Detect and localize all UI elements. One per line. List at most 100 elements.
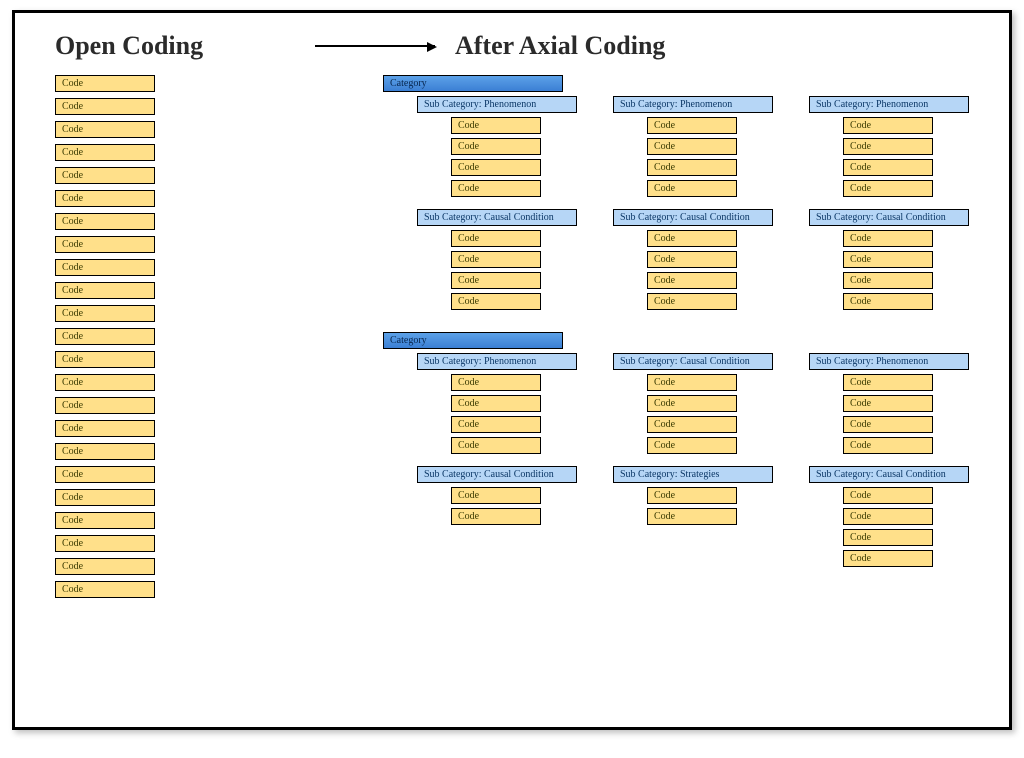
subcategory-label: Sub Category: Causal Condition: [613, 209, 773, 226]
code-box: Code: [647, 159, 737, 176]
subcategory-column: Sub Category: PhenomenonCodeCodeCodeCode: [809, 96, 969, 201]
code-box: Code: [647, 508, 737, 525]
subcategory-label: Sub Category: Causal Condition: [809, 209, 969, 226]
code-box: Code: [451, 180, 541, 197]
code-box: Code: [843, 251, 933, 268]
code-box: Code: [55, 213, 155, 230]
code-box: Code: [843, 138, 933, 155]
subcategory-label: Sub Category: Causal Condition: [417, 466, 577, 483]
code-box: Code: [647, 416, 737, 433]
subcategory-label: Sub Category: Phenomenon: [417, 353, 577, 370]
subcategory-column: Sub Category: Causal Condition Code Code: [417, 466, 577, 571]
code-box: Code: [647, 437, 737, 454]
code-box: Code: [647, 272, 737, 289]
code-box: Code: [451, 395, 541, 412]
code-box: Code: [843, 180, 933, 197]
subcategory-column: Sub Category: Phenomenon Code Code Code Code: [417, 96, 577, 201]
code-list: Code Code Code Code: [647, 117, 773, 197]
code-box: Code: [55, 558, 155, 575]
code-box: Code: [451, 138, 541, 155]
code-list: Code Code Code Code: [843, 374, 969, 454]
code-box: Code: [55, 98, 155, 115]
subcategory-row: Sub Category: PhenomenonCodeCodeCodeCode…: [417, 353, 969, 458]
code-box: Code: [647, 395, 737, 412]
code-box: Code: [843, 508, 933, 525]
code-box: Code: [55, 282, 155, 299]
code-box: Code: [451, 251, 541, 268]
code-box: Code: [843, 293, 933, 310]
diagram-frame: Open Coding After Axial Coding CodeCodeC…: [12, 10, 1012, 730]
subcategory-column: Sub Category: Causal ConditionCodeCodeCo…: [613, 209, 773, 314]
code-list: CodeCodeCodeCode: [451, 230, 577, 310]
subcategory-column: Sub Category: Causal Condition Code Code Co…: [417, 209, 577, 314]
code-box: Code: [55, 581, 155, 598]
code-box: Code: [55, 144, 155, 161]
subcategory-row: Sub Category: Causal ConditionCodeCodeSu…: [417, 466, 969, 571]
code-box: Code: [843, 230, 933, 247]
code-box: Code: [843, 437, 933, 454]
code-box: Code: [55, 328, 155, 345]
subcategory-column: Sub Category: Causal Condition Code Code Co…: [809, 209, 969, 314]
category-label: Category: [383, 332, 563, 349]
code-list: Code Code: [647, 487, 773, 525]
code-box: Code: [451, 416, 541, 433]
subcategory-label: Sub Category: Causal Condition: [613, 353, 773, 370]
code-box: Code: [451, 374, 541, 391]
code-box: Code: [451, 272, 541, 289]
subcategory-row: Sub Category: PhenomenonCodeCodeCodeCode…: [417, 96, 969, 201]
code-box: Code: [843, 416, 933, 433]
code-box: Code: [55, 75, 155, 92]
category-label: Category: [383, 75, 563, 92]
code-box: Code: [843, 395, 933, 412]
code-box: Code: [451, 117, 541, 134]
code-box: Code: [451, 293, 541, 310]
code-box: Code: [451, 487, 541, 504]
code-box: Code: [647, 251, 737, 268]
subcategory-label: Sub Category: Phenomenon: [417, 96, 577, 113]
code-box: Code: [55, 443, 155, 460]
code-list: Code Code Code Code: [843, 487, 969, 567]
code-box: Code: [843, 550, 933, 567]
code-box: Code: [55, 236, 155, 253]
axial-coding-column: CategorySub Category: PhenomenonCodeCode…: [183, 75, 969, 604]
code-box: Code: [55, 167, 155, 184]
subcategory-column: Sub Category: Phenomenon Code Code Code Code: [417, 353, 577, 458]
code-list: CodeCodeCodeCode: [843, 117, 969, 197]
subcategory-column: Sub Category: Causal ConditionCodeCodeCo…: [809, 466, 969, 571]
title-open-coding: Open Coding: [55, 31, 295, 61]
code-box: Code: [55, 420, 155, 437]
code-box: Code: [647, 180, 737, 197]
code-box: Code: [843, 272, 933, 289]
subcategory-label: Sub Category: Causal Condition: [809, 466, 969, 483]
code-list: Code Code Code Code: [647, 374, 773, 454]
code-box: Code: [843, 487, 933, 504]
code-box: Code: [55, 466, 155, 483]
code-box: Code: [55, 121, 155, 138]
code-list: Code Code Code Code: [451, 374, 577, 454]
subcategory-label: Sub Category: Phenomenon: [809, 353, 969, 370]
subcategory-column: Sub Category: Phenomenon Code Code Code Code: [613, 96, 773, 201]
code-box: Code: [55, 374, 155, 391]
code-box: Code: [647, 117, 737, 134]
subcategory-column: Sub Category: Phenomenon Code Code Code Code: [809, 353, 969, 458]
code-box: Code: [55, 535, 155, 552]
code-box: Code: [843, 374, 933, 391]
code-box: Code: [451, 508, 541, 525]
code-box: Code: [843, 117, 933, 134]
code-box: Code: [647, 138, 737, 155]
code-list: Code Code Code Code: [451, 117, 577, 197]
code-box: Code: [647, 487, 737, 504]
code-box: Code: [451, 437, 541, 454]
open-coding-column: Code Code Code Code Code Code Code Code Code Code…: [55, 75, 183, 604]
subcategory-label: Sub Category: Phenomenon: [613, 96, 773, 113]
code-box: Code: [843, 529, 933, 546]
subcategory-label: Sub Category: Causal Condition: [417, 209, 577, 226]
code-box: Code: [451, 159, 541, 176]
code-box: Code: [55, 259, 155, 276]
code-box: Code: [55, 190, 155, 207]
code-box: Code: [55, 351, 155, 368]
code-box: Code: [55, 489, 155, 506]
subcategory-label: Sub Category: Strategies: [613, 466, 773, 483]
subcategory-row: Sub Category: Causal Condition Code Code Co…: [417, 209, 969, 314]
code-box: Code: [647, 374, 737, 391]
